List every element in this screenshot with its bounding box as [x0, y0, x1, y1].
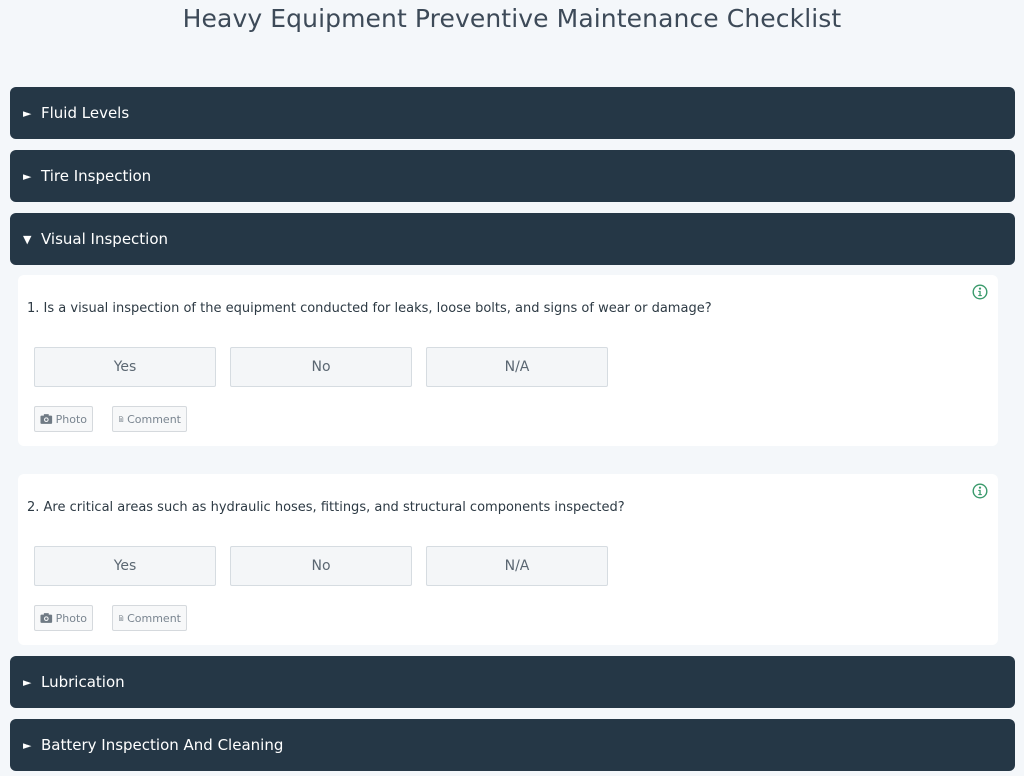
camera-icon — [40, 613, 53, 623]
info-icon[interactable] — [972, 483, 988, 499]
answer-yes-button[interactable]: Yes — [34, 546, 216, 586]
answer-no-button[interactable]: No — [230, 347, 412, 387]
comment-label: Comment — [127, 412, 181, 426]
comment-label: Comment — [127, 611, 181, 625]
answer-na-button[interactable]: N/A — [426, 347, 608, 387]
document-icon — [119, 416, 124, 422]
section-header-tire-inspection[interactable]: ► Tire Inspection — [10, 150, 1015, 202]
question-text: 2. Are critical areas such as hydraulic … — [27, 500, 625, 515]
collapse-caret-icon: ▼ — [23, 232, 32, 246]
checklist-page: Heavy Equipment Preventive Maintenance C… — [0, 0, 1024, 776]
expand-caret-icon: ► — [23, 106, 32, 120]
section-header-battery-inspection[interactable]: ► Battery Inspection And Cleaning — [10, 719, 1015, 771]
photo-label: Photo — [55, 611, 87, 625]
question-card-2: 2. Are critical areas such as hydraulic … — [18, 474, 998, 645]
camera-icon — [40, 414, 53, 424]
photo-button[interactable]: Photo — [34, 406, 93, 432]
section-header-lubrication[interactable]: ► Lubrication — [10, 656, 1015, 708]
section-title: Tire Inspection — [41, 167, 152, 185]
section-title: Lubrication — [41, 673, 125, 691]
expand-caret-icon: ► — [23, 169, 32, 183]
section-header-visual-inspection[interactable]: ▼ Visual Inspection — [10, 213, 1015, 265]
comment-button[interactable]: Comment — [112, 406, 187, 432]
section-title: Fluid Levels — [41, 104, 130, 122]
answer-na-button[interactable]: N/A — [426, 546, 608, 586]
comment-button[interactable]: Comment — [112, 605, 187, 631]
question-text: 1. Is a visual inspection of the equipme… — [27, 301, 712, 316]
answer-yes-button[interactable]: Yes — [34, 347, 216, 387]
info-icon[interactable] — [972, 284, 988, 300]
expand-caret-icon: ► — [23, 738, 32, 752]
photo-button[interactable]: Photo — [34, 605, 93, 631]
photo-label: Photo — [55, 412, 87, 426]
section-header-fluid-levels[interactable]: ► Fluid Levels — [10, 87, 1015, 139]
document-icon — [119, 615, 124, 621]
page-title: Heavy Equipment Preventive Maintenance C… — [182, 4, 842, 33]
expand-caret-icon: ► — [23, 675, 32, 689]
question-card-1: 1. Is a visual inspection of the equipme… — [18, 275, 998, 446]
section-title: Battery Inspection And Cleaning — [41, 736, 284, 754]
answer-no-button[interactable]: No — [230, 546, 412, 586]
section-title: Visual Inspection — [41, 230, 169, 248]
